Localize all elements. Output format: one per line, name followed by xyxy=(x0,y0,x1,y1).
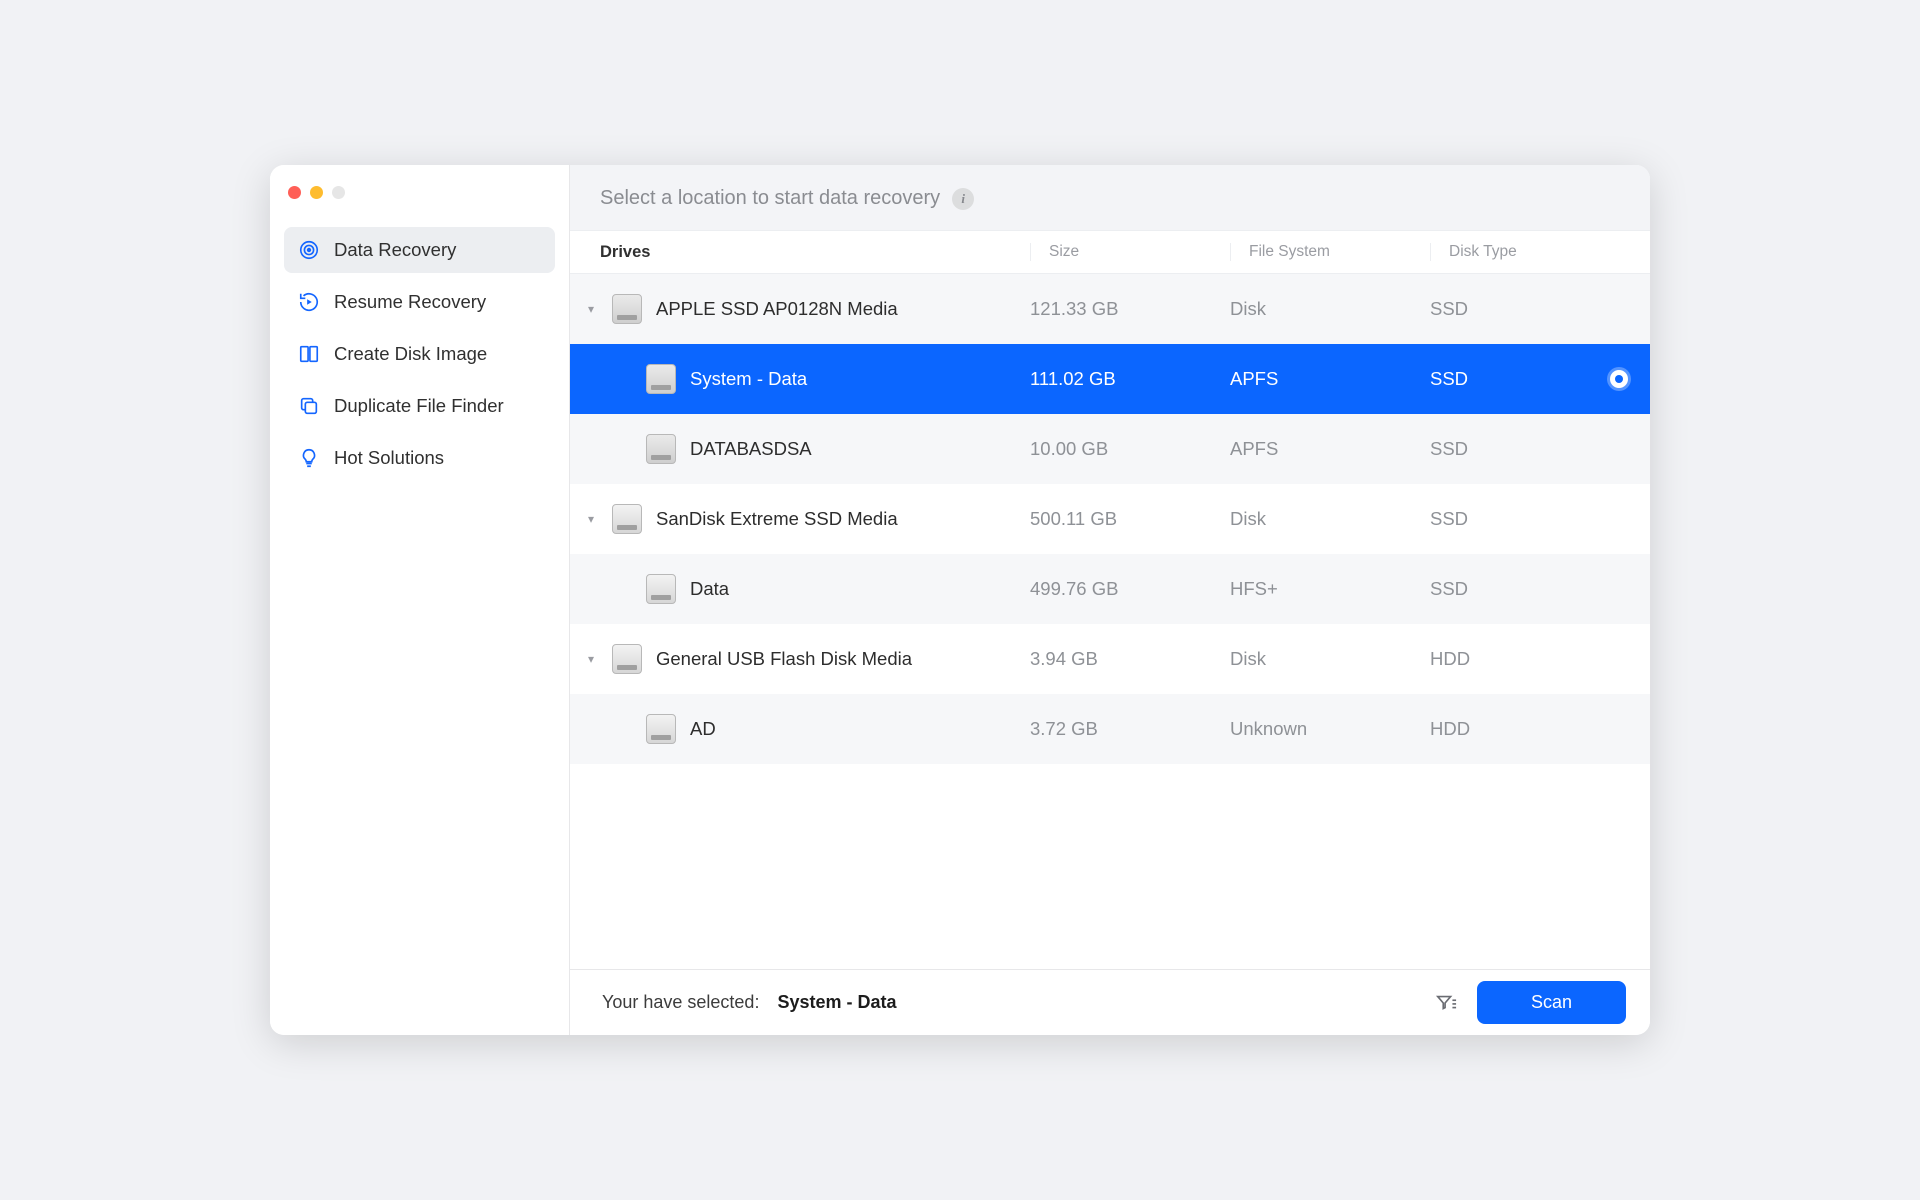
filter-icon xyxy=(1435,992,1457,1014)
drive-filesystem: Disk xyxy=(1230,648,1430,670)
drive-size: 499.76 GB xyxy=(1030,578,1230,600)
drive-name: SanDisk Extreme SSD Media xyxy=(656,508,898,530)
minimize-icon[interactable] xyxy=(310,186,323,199)
drive-filesystem: HFS+ xyxy=(1230,578,1430,600)
drive-filesystem: Unknown xyxy=(1230,718,1430,740)
footer: Your have selected: System - Data Scan xyxy=(570,969,1650,1035)
drive-name: DATABASDSA xyxy=(690,438,812,460)
column-header-row: Drives Size File System Disk Type xyxy=(570,230,1650,274)
drive-icon xyxy=(612,504,642,534)
sidebar-item-label: Hot Solutions xyxy=(334,447,444,469)
sidebar-item-label: Duplicate File Finder xyxy=(334,395,504,417)
drive-name: Data xyxy=(690,578,729,600)
sidebar-item-label: Data Recovery xyxy=(334,239,456,261)
header: Select a location to start data recovery… xyxy=(570,165,1650,230)
drive-row[interactable]: System - Data 111.02 GBAPFSSSD xyxy=(570,344,1650,414)
drive-row[interactable]: DATABASDSA 10.00 GBAPFSSSD xyxy=(570,414,1650,484)
column-header-disktype: Disk Type xyxy=(1430,243,1650,261)
drive-filesystem: APFS xyxy=(1230,368,1430,390)
selected-radio-icon xyxy=(1610,370,1628,388)
drive-filesystem: Disk xyxy=(1230,298,1430,320)
drive-list: ▾APPLE SSD AP0128N Media121.33 GBDiskSSD… xyxy=(570,274,1650,969)
drive-size: 10.00 GB xyxy=(1030,438,1230,460)
sidebar-item-hot-solutions[interactable]: Hot Solutions xyxy=(284,435,555,481)
maximize-icon[interactable] xyxy=(332,186,345,199)
page-title: Select a location to start data recovery xyxy=(600,187,940,210)
drive-icon xyxy=(646,714,676,744)
sidebar-nav: Data Recovery Resume Recovery Create Disk … xyxy=(284,227,555,487)
drive-icon xyxy=(612,294,642,324)
chevron-down-icon[interactable]: ▾ xyxy=(584,652,598,666)
resume-icon xyxy=(298,291,320,313)
drive-size: 121.33 GB xyxy=(1030,298,1230,320)
drive-name: APPLE SSD AP0128N Media xyxy=(656,298,898,320)
drive-icon xyxy=(646,434,676,464)
drive-type: HDD xyxy=(1430,718,1470,740)
selected-value: System - Data xyxy=(777,992,896,1013)
drive-size: 3.72 GB xyxy=(1030,718,1230,740)
target-icon xyxy=(298,239,320,261)
sidebar-item-create-disk-image[interactable]: Create Disk Image xyxy=(284,331,555,377)
window-controls xyxy=(284,183,555,227)
drive-filesystem: Disk xyxy=(1230,508,1430,530)
column-header-drives: Drives xyxy=(570,243,1030,262)
drive-type: SSD xyxy=(1430,368,1468,390)
diskimage-icon xyxy=(298,343,320,365)
drive-row[interactable]: ▾ SanDisk Extreme SSD Media 500.11 GBDiskS… xyxy=(570,484,1650,554)
drive-name: System - Data xyxy=(690,368,807,390)
drive-size: 3.94 GB xyxy=(1030,648,1230,670)
app-window: Data Recovery Resume Recovery Create Disk … xyxy=(270,165,1650,1035)
scan-button[interactable]: Scan xyxy=(1477,981,1626,1024)
drive-name: General USB Flash Disk Media xyxy=(656,648,912,670)
info-icon[interactable]: i xyxy=(952,188,974,210)
drive-row[interactable]: ▾ General USB Flash Disk Media 3.94 GBDisk… xyxy=(570,624,1650,694)
sidebar: Data Recovery Resume Recovery Create Disk … xyxy=(270,165,570,1035)
close-icon[interactable] xyxy=(288,186,301,199)
selected-label: Your have selected: xyxy=(602,992,759,1013)
drive-filesystem: APFS xyxy=(1230,438,1430,460)
sidebar-item-label: Create Disk Image xyxy=(334,343,487,365)
column-header-size: Size xyxy=(1030,243,1230,261)
sidebar-item-resume-recovery[interactable]: Resume Recovery xyxy=(284,279,555,325)
drive-icon xyxy=(612,644,642,674)
drive-type: HDD xyxy=(1430,648,1470,670)
drive-icon xyxy=(646,364,676,394)
drive-type: SSD xyxy=(1430,508,1468,530)
sidebar-item-duplicate-file-finder[interactable]: Duplicate File Finder xyxy=(284,383,555,429)
drive-type: SSD xyxy=(1430,298,1468,320)
drive-size: 500.11 GB xyxy=(1030,508,1230,530)
drive-row[interactable]: AD 3.72 GBUnknownHDD xyxy=(570,694,1650,764)
column-header-filesystem: File System xyxy=(1230,243,1430,261)
bulb-icon xyxy=(298,447,320,469)
drive-name: AD xyxy=(690,718,716,740)
drive-type: SSD xyxy=(1430,578,1468,600)
chevron-down-icon[interactable]: ▾ xyxy=(584,512,598,526)
duplicate-icon xyxy=(298,395,320,417)
main-panel: Select a location to start data recovery… xyxy=(570,165,1650,1035)
drive-icon xyxy=(646,574,676,604)
sidebar-item-data-recovery[interactable]: Data Recovery xyxy=(284,227,555,273)
drive-type: SSD xyxy=(1430,438,1468,460)
drive-size: 111.02 GB xyxy=(1030,368,1230,390)
drive-row[interactable]: Data 499.76 GBHFS+SSD xyxy=(570,554,1650,624)
chevron-down-icon[interactable]: ▾ xyxy=(584,302,598,316)
filter-button[interactable] xyxy=(1433,990,1459,1016)
sidebar-item-label: Resume Recovery xyxy=(334,291,486,313)
drive-row[interactable]: ▾ APPLE SSD AP0128N Media 121.33 GBDiskSSD xyxy=(570,274,1650,344)
